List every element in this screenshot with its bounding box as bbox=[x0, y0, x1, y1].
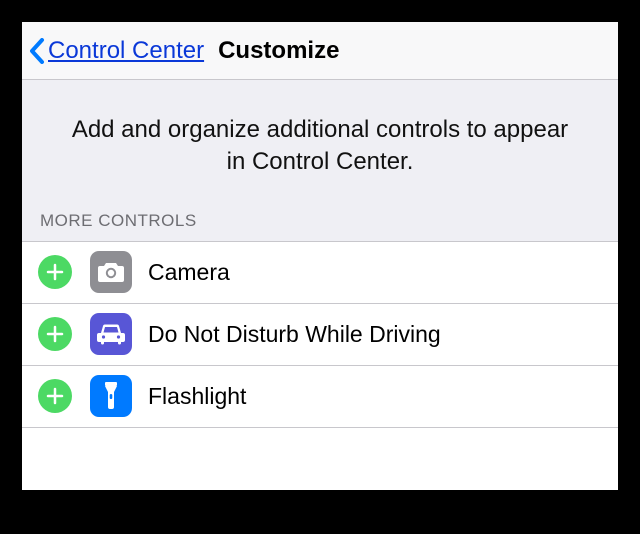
car-icon bbox=[90, 313, 132, 355]
list-item: Camera bbox=[22, 242, 618, 304]
settings-pane: Control Center Customize Add and organiz… bbox=[22, 22, 618, 490]
chevron-left-icon[interactable] bbox=[28, 36, 46, 66]
page-title: Customize bbox=[218, 37, 339, 65]
list-item-label: Do Not Disturb While Driving bbox=[148, 321, 441, 348]
section-header-more-controls: MORE CONTROLS bbox=[22, 201, 618, 242]
controls-list: Camera Do Not Disturb While Driving bbox=[22, 242, 618, 428]
list-item-label: Camera bbox=[148, 259, 230, 286]
add-button[interactable] bbox=[38, 255, 72, 289]
camera-icon bbox=[90, 251, 132, 293]
list-item-label: Flashlight bbox=[148, 383, 246, 410]
description-box: Add and organize additional controls to … bbox=[22, 80, 618, 201]
flashlight-icon bbox=[90, 375, 132, 417]
list-item: Flashlight bbox=[22, 366, 618, 428]
add-button[interactable] bbox=[38, 317, 72, 351]
description-text: Add and organize additional controls to … bbox=[62, 114, 578, 179]
nav-bar: Control Center Customize bbox=[22, 22, 618, 80]
add-button[interactable] bbox=[38, 379, 72, 413]
back-link[interactable]: Control Center bbox=[48, 37, 204, 65]
list-item: Do Not Disturb While Driving bbox=[22, 304, 618, 366]
